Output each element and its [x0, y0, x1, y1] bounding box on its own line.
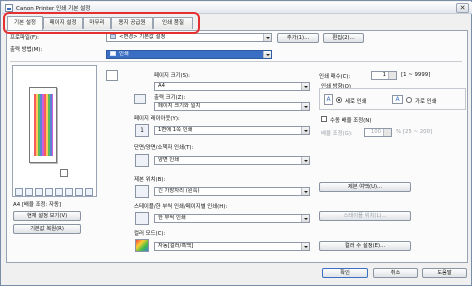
copies-range: [1 ~ 9999]	[401, 72, 431, 78]
staple-collate-value: 한 부씩 인쇄	[158, 215, 186, 221]
close-button[interactable]: ✕	[456, 3, 469, 13]
tab-paper-source[interactable]: 용지 공급원	[111, 17, 153, 29]
color-mode-icon	[135, 239, 149, 252]
duplex-label: 단면/양면/소책자 인쇄(T):	[134, 145, 194, 151]
binding-location-select[interactable]: 긴 가장자리 (왼쪽)	[154, 187, 310, 196]
page-layout-select[interactable]: 1면에 1쪽 인쇄	[154, 126, 310, 135]
chevron-down-icon	[301, 215, 309, 222]
page-layout-value: 1면에 1쪽 인쇄	[158, 127, 193, 133]
chevron-down-icon	[301, 157, 309, 164]
portrait-icon: A	[324, 94, 333, 105]
page-layout-label: 페이지 레이아웃(Y):	[134, 116, 180, 122]
copies-spinner[interactable]: 1	[371, 71, 397, 80]
chevron-down-icon	[301, 83, 309, 90]
page-layout-icon	[15, 188, 23, 196]
color-mode-value: 자동[컬러/흑백]	[158, 243, 194, 249]
profile-icon	[110, 34, 116, 39]
chevron-down-icon	[301, 103, 309, 110]
chevron-down-icon	[263, 34, 271, 41]
scale-range: % [25 ~ 200]	[396, 129, 433, 135]
preview-status: A4 [배율 조정: 자동]	[13, 202, 62, 208]
preview-content-image	[34, 94, 53, 156]
tab-basic-settings[interactable]: 기본 설정	[7, 16, 43, 30]
binding-location-label: 제본 위치(B):	[134, 177, 166, 183]
copies-label: 인쇄 매수(C):	[319, 74, 351, 80]
tab-page-setup[interactable]: 페이지 설정	[43, 17, 83, 29]
page-preview-sheet	[29, 87, 57, 163]
ok-button[interactable]: 확인	[322, 268, 368, 278]
printer-preferences-window: Canon Printer 인쇄 기본 설정 ✕ 기본 설정 페이지 설정 마무…	[0, 0, 472, 286]
color-mode-icon	[45, 188, 53, 196]
duplex-icon	[25, 188, 33, 196]
scale-spinner[interactable]: 100	[364, 128, 392, 137]
printer-small-icon	[110, 51, 116, 56]
page-size-value: A4	[158, 83, 165, 89]
printer-icon	[5, 4, 13, 12]
staple-collate-select[interactable]: 한 부씩 인쇄	[154, 214, 310, 223]
duplex-select[interactable]: 양면 인쇄	[154, 156, 310, 165]
output-method-value: 인쇄	[119, 51, 129, 57]
chevron-down-icon	[301, 127, 309, 134]
color-mode-label: 컬러 모드(C):	[134, 231, 166, 237]
profile-select[interactable]: <변경> 기본값 설정	[106, 33, 272, 42]
manual-scale-label: 수동 배율 조정(N)	[330, 118, 372, 124]
profile-label: 프로파일(F):	[10, 35, 39, 41]
profile-edit-button[interactable]: 편집(2)...	[323, 33, 364, 43]
restore-defaults-button[interactable]: 기본값 복원(R)	[13, 224, 81, 234]
duplex-icon	[135, 154, 149, 167]
page-size-icon	[106, 70, 118, 81]
view-current-settings-button[interactable]: 현재 설정 보기(V)	[13, 211, 81, 221]
staple-collate-label: 스테이플/한 부씩 인쇄/페이지별 인쇄(H):	[134, 204, 228, 210]
paper-icon	[75, 188, 83, 196]
page-size-select[interactable]: A4	[154, 82, 310, 91]
output-method-select[interactable]: 인쇄	[106, 50, 272, 59]
print-icon	[85, 188, 93, 196]
duplex-value: 양면 인쇄	[158, 157, 180, 163]
preview-icon-row	[15, 188, 95, 196]
portrait-label: 세로 인쇄	[345, 99, 367, 105]
copies-value: 1	[382, 72, 386, 78]
spin-down-icon[interactable]	[383, 132, 391, 136]
collate-icon	[55, 188, 63, 196]
page-layout-icon: 1	[135, 124, 149, 137]
window-title: Canon Printer 인쇄 기본 설정	[16, 6, 91, 12]
binding-location-value: 긴 가장자리 (왼쪽)	[158, 188, 200, 194]
portrait-radio[interactable]	[336, 97, 342, 103]
spin-down-icon[interactable]	[388, 75, 396, 79]
tab-print-quality[interactable]: 인쇄 품질	[153, 17, 193, 29]
staple-position-button[interactable]: 스테이플 위치(L)...	[319, 211, 411, 221]
binding-margin-button[interactable]: 제본 여백(U)...	[319, 182, 411, 192]
output-size-select[interactable]: 페이지 크기와 일치	[154, 102, 310, 111]
landscape-radio[interactable]	[406, 97, 412, 103]
collate-icon	[135, 212, 149, 225]
output-method-label: 출력 방법(M):	[10, 47, 43, 53]
cancel-button[interactable]: 취소	[373, 268, 418, 278]
output-size-icon	[134, 94, 146, 104]
profile-value: <변경> 기본값 설정	[119, 34, 166, 40]
chevron-down-icon	[301, 243, 309, 250]
title-bar: Canon Printer 인쇄 기본 설정 ✕	[2, 2, 472, 14]
binding-icon	[135, 185, 149, 198]
output-size-label: 출력 크기(Z):	[154, 95, 186, 101]
preview-pane	[12, 65, 97, 197]
output-size-value: 페이지 크기와 일치	[158, 103, 201, 109]
chevron-down-icon	[263, 51, 271, 58]
profile-add-button[interactable]: 추가(1)...	[277, 33, 319, 43]
tab-finishing[interactable]: 마무리	[83, 17, 111, 29]
landscape-icon: A	[392, 95, 403, 104]
color-settings-button[interactable]: 컬러 수 설정(E)...	[319, 241, 411, 251]
scale-label: 배율 조정(G):	[321, 131, 353, 137]
duplex-sheet-icon	[60, 169, 68, 177]
page-size-label: 페이지 크기(S):	[154, 73, 190, 79]
chevron-down-icon	[301, 188, 309, 195]
landscape-label: 가로 인쇄	[415, 99, 437, 105]
divider	[10, 61, 462, 62]
binding-icon	[65, 188, 73, 196]
color-mode-select[interactable]: 자동[컬러/흑백]	[154, 242, 310, 251]
scale-value: 100	[370, 129, 381, 135]
help-button[interactable]: 도움말	[422, 268, 467, 278]
manual-scale-checkbox[interactable]	[321, 116, 327, 122]
staple-icon	[35, 188, 43, 196]
